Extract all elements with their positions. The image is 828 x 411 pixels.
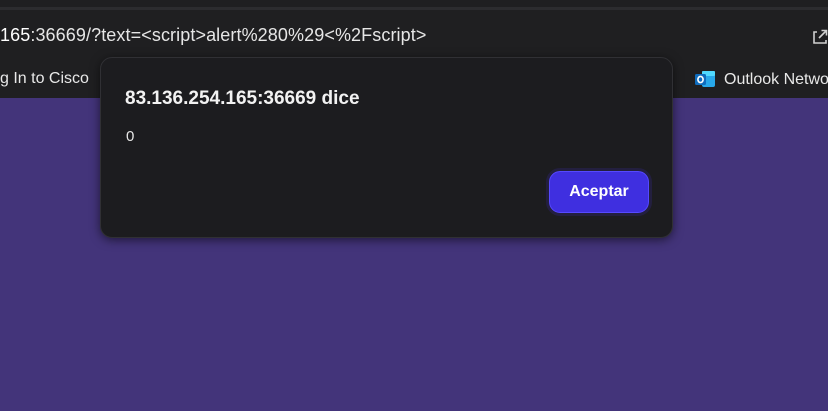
bookmark-outlook[interactable]: Outlook Netwo — [695, 70, 828, 89]
outlook-icon — [695, 70, 716, 89]
dialog-title: 83.136.254.165:36669 dice — [125, 88, 360, 109]
bookmark-label: Outlook Netwo — [724, 70, 828, 88]
bookmark-label: g In to Cisco — [0, 70, 89, 87]
dialog-message: 0 — [126, 128, 135, 145]
share-icon[interactable] — [812, 26, 828, 46]
url-path: :36669/?text=<script>alert%280%29<%2Fscr… — [30, 25, 427, 45]
url-host: 165 — [0, 25, 31, 45]
accept-button[interactable]: Aceptar — [546, 168, 652, 216]
tab-strip — [0, 0, 828, 10]
browser-window: 165:36669/?text=<script>alert%280%29<%2F… — [0, 0, 828, 411]
address-bar[interactable]: 165:36669/?text=<script>alert%280%29<%2F… — [0, 10, 828, 62]
alert-dialog: 83.136.254.165:36669 dice 0 Aceptar — [100, 57, 673, 238]
bookmark-cisco[interactable]: g In to Cisco — [0, 70, 89, 88]
url-field[interactable]: 165:36669/?text=<script>alert%280%29<%2F… — [0, 25, 426, 46]
